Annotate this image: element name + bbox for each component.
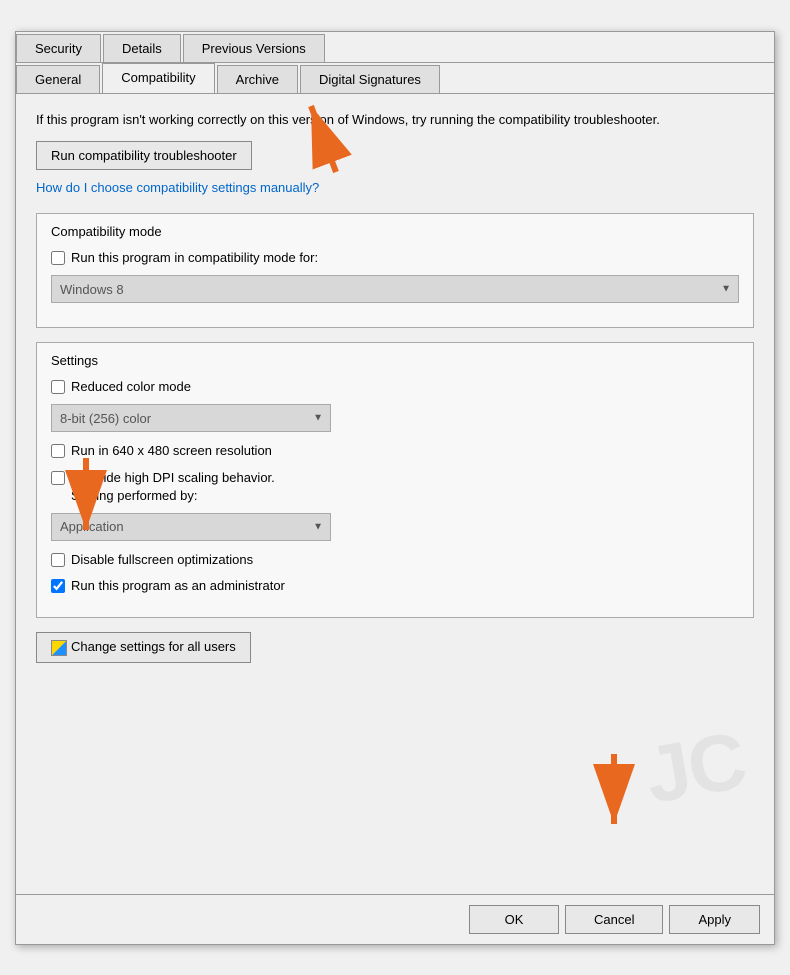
apply-button[interactable]: Apply <box>669 905 760 934</box>
run-troubleshooter-button[interactable]: Run compatibility troubleshooter <box>36 141 252 170</box>
compatibility-mode-group: Compatibility mode Run this program in c… <box>36 213 754 328</box>
reduced-color-checkbox-row: Reduced color mode <box>51 378 739 396</box>
dialog-window: Security Details Previous Versions Gener… <box>15 31 775 945</box>
fullscreen-checkbox-row: Disable fullscreen optimizations <box>51 551 739 569</box>
tab-general[interactable]: General <box>16 65 100 93</box>
tab-compatibility[interactable]: Compatibility <box>102 63 214 93</box>
admin-checkbox[interactable] <box>51 579 65 593</box>
dpi-label[interactable]: Override high DPI scaling behavior.Scali… <box>71 469 275 505</box>
tab-content: JC If this program isn't working correct… <box>16 94 774 894</box>
tab-digital-signatures[interactable]: Digital Signatures <box>300 65 440 93</box>
dpi-dropdown[interactable]: Application System System (Enhanced) <box>51 513 331 541</box>
tab-previous-versions[interactable]: Previous Versions <box>183 34 325 62</box>
admin-label[interactable]: Run this program as an administrator <box>71 577 285 595</box>
dpi-checkbox[interactable] <box>51 471 65 485</box>
admin-checkbox-row: Run this program as an administrator <box>51 577 739 595</box>
ok-button[interactable]: OK <box>469 905 559 934</box>
resolution-checkbox-row: Run in 640 x 480 screen resolution <box>51 442 739 460</box>
dpi-dropdown-wrap: Application System System (Enhanced) ▼ <box>51 513 331 541</box>
settings-group: Settings Reduced color mode 8-bit (256) … <box>36 342 754 618</box>
compat-mode-checkbox[interactable] <box>51 251 65 265</box>
dpi-checkbox-row: Override high DPI scaling behavior.Scali… <box>51 469 739 505</box>
tab-archive[interactable]: Archive <box>217 65 298 93</box>
resolution-checkbox[interactable] <box>51 444 65 458</box>
bottom-bar: OK Cancel Apply <box>16 894 774 944</box>
fullscreen-label[interactable]: Disable fullscreen optimizations <box>71 551 253 569</box>
color-dropdown-wrap: 8-bit (256) color 16-bit color ▼ <box>51 404 331 432</box>
tab-security[interactable]: Security <box>16 34 101 62</box>
tab-bar-top: Security Details Previous Versions <box>16 32 774 63</box>
tab-bar-bottom: General Compatibility Archive Digital Si… <box>16 63 774 94</box>
change-settings-wrap: Change settings for all users <box>36 632 754 673</box>
shield-icon <box>51 640 67 656</box>
compat-mode-dropdown-wrap: Windows 8 Windows 7 Windows Vista (SP2) … <box>51 275 739 303</box>
help-link[interactable]: How do I choose compatibility settings m… <box>36 180 754 195</box>
compat-mode-checkbox-row: Run this program in compatibility mode f… <box>51 249 739 267</box>
tab-details[interactable]: Details <box>103 34 181 62</box>
color-dropdown[interactable]: 8-bit (256) color 16-bit color <box>51 404 331 432</box>
compat-mode-dropdown[interactable]: Windows 8 Windows 7 Windows Vista (SP2) … <box>51 275 739 303</box>
settings-label: Settings <box>51 353 739 368</box>
watermark: JC <box>638 714 751 822</box>
compat-mode-checkbox-label[interactable]: Run this program in compatibility mode f… <box>71 249 318 267</box>
compatibility-mode-label: Compatibility mode <box>51 224 739 239</box>
intro-text: If this program isn't working correctly … <box>36 110 754 130</box>
fullscreen-checkbox[interactable] <box>51 553 65 567</box>
cancel-button[interactable]: Cancel <box>565 905 663 934</box>
reduced-color-label[interactable]: Reduced color mode <box>71 378 191 396</box>
resolution-label[interactable]: Run in 640 x 480 screen resolution <box>71 442 272 460</box>
reduced-color-checkbox[interactable] <box>51 380 65 394</box>
change-settings-button[interactable]: Change settings for all users <box>36 632 251 663</box>
